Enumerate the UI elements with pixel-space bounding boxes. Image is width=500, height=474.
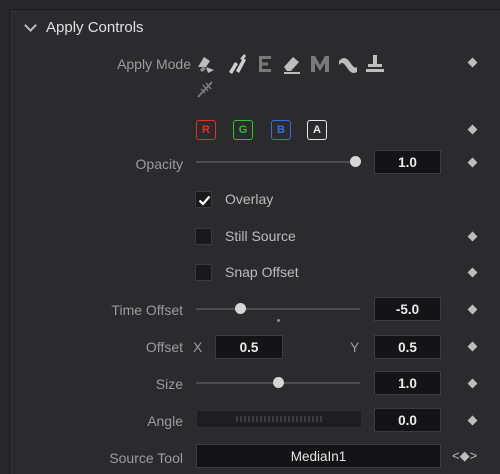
keyframe-diamond-snap-offset[interactable] — [467, 267, 478, 278]
channel-r-toggle[interactable]: R — [196, 120, 216, 140]
still-source-label: Still Source — [225, 228, 296, 244]
paint-brush-icon[interactable] — [225, 53, 249, 75]
smear-icon[interactable] — [336, 53, 360, 75]
angle-thumbwheel[interactable] — [196, 410, 362, 428]
time-offset-value-field[interactable]: -5.0 — [374, 297, 441, 321]
wire-icon[interactable] — [194, 78, 218, 100]
time-offset-slider-track[interactable] — [196, 308, 360, 310]
keyframe-diamond-size[interactable] — [467, 378, 478, 389]
source-tool-field[interactable]: MediaIn1 — [196, 444, 441, 468]
overlay-checkbox[interactable] — [195, 191, 212, 208]
source-tool-nav[interactable]: <◆> — [452, 448, 477, 464]
keyframe-diamond-apply-mode[interactable] — [467, 57, 478, 68]
opacity-slider-track[interactable] — [196, 161, 354, 163]
keyframe-diamond-time-offset[interactable] — [467, 304, 478, 315]
offset-x-label: X — [193, 339, 203, 355]
keyframe-diamond-still-source[interactable] — [467, 231, 478, 242]
time-offset-slider-knob[interactable] — [235, 303, 246, 314]
channel-a-toggle[interactable]: A — [307, 120, 327, 140]
emboss-icon[interactable] — [254, 53, 278, 75]
offset-label: Offset — [145, 339, 183, 355]
overlay-label: Overlay — [225, 191, 274, 207]
checkmark-icon — [198, 195, 211, 206]
thumbwheel-ridges — [236, 416, 322, 422]
paint-normal-icon[interactable] — [194, 53, 218, 75]
channel-r-label: R — [202, 124, 210, 136]
channel-b-label: B — [277, 124, 285, 136]
source-tool-label: Source Tool — [109, 450, 183, 466]
offset-y-field[interactable]: 0.5 — [374, 335, 441, 359]
channel-a-label: A — [313, 124, 321, 136]
size-slider-knob[interactable] — [273, 377, 284, 388]
chevron-down-icon[interactable] — [24, 19, 37, 32]
time-offset-label: Time Offset — [111, 302, 183, 318]
default-marker — [277, 319, 280, 322]
still-source-checkbox[interactable] — [195, 228, 212, 245]
stamp-icon[interactable] — [363, 53, 387, 75]
erase-icon[interactable] — [280, 53, 304, 75]
opacity-slider-knob[interactable] — [350, 156, 361, 167]
keyframe-diamond-offset[interactable] — [467, 341, 478, 352]
merge-icon[interactable] — [308, 53, 332, 75]
size-label: Size — [155, 376, 183, 392]
opacity-label: Opacity — [135, 156, 183, 172]
snap-offset-checkbox[interactable] — [195, 264, 212, 281]
keyframe-diamond-channels[interactable] — [467, 124, 478, 135]
angle-value-field[interactable]: 0.0 — [374, 408, 441, 432]
channel-b-toggle[interactable]: B — [271, 120, 291, 140]
keyframe-diamond-angle[interactable] — [467, 415, 478, 426]
angle-label: Angle — [147, 413, 183, 429]
offset-x-field[interactable]: 0.5 — [215, 335, 283, 359]
section-header[interactable]: Apply Controls — [10, 10, 500, 50]
apply-mode-label: Apply Mode — [117, 56, 191, 72]
section-title: Apply Controls — [46, 19, 144, 36]
opacity-value-field[interactable]: 1.0 — [374, 150, 441, 174]
snap-offset-label: Snap Offset — [225, 264, 299, 280]
channel-g-label: G — [238, 124, 248, 136]
apply-controls-panel: Apply Controls Apply Mode R G B A Opacit… — [9, 9, 500, 474]
size-value-field[interactable]: 1.0 — [374, 371, 441, 395]
keyframe-diamond-opacity[interactable] — [467, 157, 478, 168]
offset-y-label: Y — [350, 339, 360, 355]
channel-g-toggle[interactable]: G — [233, 120, 253, 140]
